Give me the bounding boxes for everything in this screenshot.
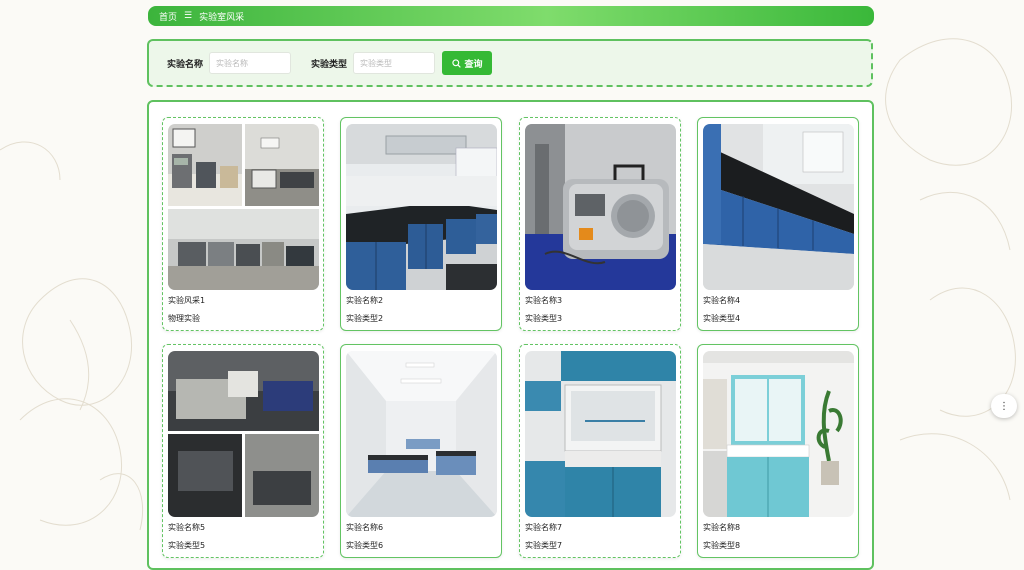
breadcrumb-home[interactable]: 首页 [159, 10, 177, 23]
lab-card-type: 实验类型7 [525, 541, 563, 550]
lab-card-type: 实验类型8 [703, 541, 741, 550]
lab-card-photo [703, 124, 854, 290]
lab-card-photo [346, 351, 497, 517]
lab-card[interactable]: 实验名称5 实验类型5 [162, 344, 324, 558]
lab-card[interactable]: 实验名称8 实验类型8 [697, 344, 859, 558]
lab-card[interactable]: 实验名称2 实验类型2 [340, 117, 502, 331]
breadcrumb-current: 实验室风采 [199, 12, 245, 23]
breadcrumb-separator-icon: ☰ [184, 11, 193, 21]
lab-gallery: 实验风采1 物理实验 实验名称2 实验类型2 实验名称3 实验类型3 实验名称4… [147, 100, 874, 570]
experiment-name-input[interactable] [209, 52, 292, 74]
search-icon [451, 58, 461, 68]
lab-card-name: 实验风采1 [168, 296, 206, 305]
lab-card-type: 实验类型4 [703, 314, 741, 323]
lab-card-name: 实验名称8 [703, 523, 741, 532]
lab-card-name: 实验名称3 [525, 296, 563, 305]
query-button-label: 查询 [464, 59, 483, 70]
lab-card-photo [346, 124, 497, 290]
lab-card-photo [703, 351, 854, 517]
lab-card-name: 实验名称5 [168, 523, 206, 532]
lab-card-type: 实验类型5 [168, 541, 206, 550]
lab-card[interactable]: 实验名称7 实验类型7 [519, 344, 681, 558]
lab-card-photo [168, 351, 319, 517]
lab-card-photo [525, 124, 676, 290]
lab-card-type: 实验类型6 [346, 541, 384, 550]
search-panel: 实验名称 实验类型 查询 [147, 39, 873, 87]
lab-card-name: 实验名称7 [525, 523, 563, 532]
lab-card[interactable]: 实验名称6 实验类型6 [340, 344, 502, 558]
experiment-type-label: 实验类型 [311, 59, 348, 70]
lab-card-photo [525, 351, 676, 517]
breadcrumb: 首页 ☰ 实验室风采 [148, 6, 874, 26]
lab-card-type: 物理实验 [168, 314, 200, 323]
experiment-name-label: 实验名称 [167, 59, 204, 70]
lab-card-name: 实验名称2 [346, 296, 384, 305]
lab-card[interactable]: 实验名称4 实验类型4 [697, 117, 859, 331]
side-float-button[interactable]: ⋮ [991, 394, 1017, 418]
lab-card-name: 实验名称6 [346, 523, 384, 532]
experiment-type-input[interactable] [353, 52, 436, 74]
lab-card-photo [168, 124, 319, 290]
lab-card-name: 实验名称4 [703, 296, 741, 305]
lab-card-type: 实验类型3 [525, 314, 563, 323]
more-dots-icon: ⋮ [999, 400, 1009, 412]
lab-card[interactable]: 实验风采1 物理实验 [162, 117, 324, 331]
lab-card[interactable]: 实验名称3 实验类型3 [519, 117, 681, 331]
lab-card-type: 实验类型2 [346, 314, 384, 323]
query-button[interactable]: 查询 [442, 51, 493, 75]
